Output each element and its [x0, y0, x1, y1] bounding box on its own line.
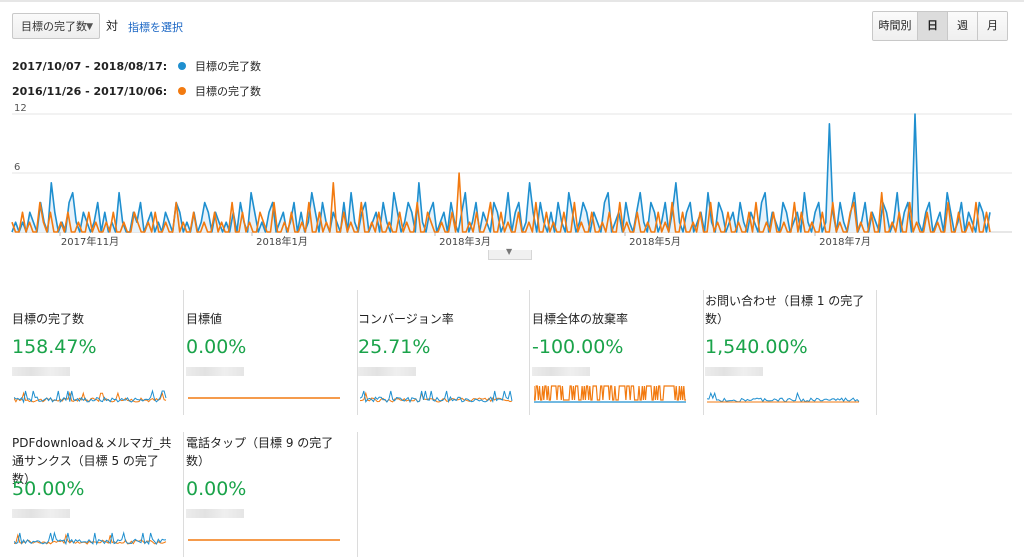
scorecard-sparkline	[14, 389, 167, 404]
scorecard-title: 目標値	[186, 312, 223, 326]
scorecard-redacted-text	[532, 367, 590, 376]
scorecard-value: 0.00%	[186, 336, 247, 358]
legend-previous: 2016/11/26 - 2017/10/06: 目標の完了数	[12, 84, 261, 100]
scorecard-sparkline	[360, 390, 513, 404]
granularity-month-button[interactable]: 月	[977, 12, 1007, 40]
scorecard[interactable]: コンバージョン率 25.71%	[358, 290, 530, 415]
scorecard[interactable]: お問い合わせ（目標 1 の完了数） 1,540.00%	[705, 290, 877, 415]
legend-current: 2017/10/07 - 2018/08/17: 目標の完了数	[12, 59, 261, 75]
scorecard[interactable]: 目標全体の放棄率 -100.00%	[532, 290, 704, 415]
scorecard[interactable]: 目標の完了数 158.47%	[12, 290, 184, 415]
y-tick-label: 12	[14, 104, 27, 114]
sparkline-previous	[534, 385, 686, 401]
scorecard-sparkline	[188, 397, 340, 399]
scorecard-redacted-text	[12, 367, 70, 376]
scorecard-sparkline	[707, 391, 860, 403]
granularity-hourly-button[interactable]: 時間別	[873, 12, 917, 40]
granularity-day-button[interactable]: 日	[917, 12, 947, 40]
scorecard-value: 0.00%	[186, 478, 247, 500]
x-tick-label: 2018年5月	[629, 235, 681, 248]
scorecard-redacted-text	[186, 509, 244, 518]
x-tick-label: 2018年1月	[256, 235, 308, 248]
scorecard-sparkline	[14, 531, 167, 546]
sparkline-previous	[360, 391, 513, 403]
scorecard-title: 目標全体の放棄率	[532, 312, 629, 326]
scorecard-title: 電話タップ（目標 9 の完了数）	[186, 436, 334, 468]
chevron-down-icon: ▼	[86, 22, 93, 32]
scorecard-value: 158.47%	[12, 336, 97, 358]
scorecard-sparkline	[188, 539, 340, 541]
top-divider	[0, 0, 1024, 2]
scorecard-value: 50.00%	[12, 478, 85, 500]
legend-previous-dot	[177, 87, 186, 95]
chart-collapse-handle[interactable]: ▼	[488, 247, 532, 260]
scorecard-sparkline	[534, 385, 686, 403]
legend-previous-range: 2016/11/26 - 2017/10/06:	[12, 85, 168, 98]
legend-previous-metric: 目標の完了数	[195, 85, 261, 98]
scorecard-redacted-text	[12, 509, 70, 518]
granularity-toggle: 時間別 日 週 月	[872, 11, 1008, 41]
legend-current-metric: 目標の完了数	[195, 60, 261, 73]
scorecard-value: -100.00%	[532, 336, 624, 358]
choose-metric-link[interactable]: 指標を選択	[128, 19, 183, 35]
scorecard-title: 目標の完了数	[12, 312, 85, 326]
metric-select-value: 目標の完了数	[21, 20, 87, 33]
y-tick-label: 6	[14, 162, 20, 173]
vs-label: 対	[106, 19, 119, 33]
x-tick-label: 2017年11月	[61, 235, 119, 248]
scorecard-redacted-text	[705, 367, 763, 376]
sparkline-current	[707, 391, 860, 403]
chevron-down-icon: ▼	[506, 247, 513, 256]
scorecard-value: 25.71%	[358, 336, 431, 358]
x-tick-label: 2018年3月	[439, 235, 491, 248]
granularity-week-button[interactable]: 週	[947, 12, 977, 40]
x-tick-label: 2018年7月	[819, 235, 871, 248]
legend-current-dot	[177, 62, 186, 70]
scorecard-value: 1,540.00%	[705, 336, 808, 358]
scorecard-title: お問い合わせ（目標 1 の完了数）	[705, 294, 865, 326]
scorecard-title: コンバージョン率	[358, 312, 454, 326]
metric-select[interactable]: 目標の完了数 ▼	[12, 13, 100, 39]
sparkline-current	[360, 390, 513, 404]
scorecard-redacted-text	[186, 367, 244, 376]
timeline-chart[interactable]: 12 6 2017年11月 2018年1月 2018年3月 2018年5月 2018年7月	[0, 104, 1024, 254]
legend-current-range: 2017/10/07 - 2018/08/17:	[12, 60, 168, 73]
scorecard[interactable]: 電話タップ（目標 9 の完了数） 0.00%	[186, 432, 358, 557]
scorecard-redacted-text	[358, 367, 416, 376]
scorecard[interactable]: 目標値 0.00%	[186, 290, 358, 415]
scorecard[interactable]: PDFdownload＆メルマガ_共通サンクス（目標 5 の完了数） 50.00%	[12, 432, 184, 557]
